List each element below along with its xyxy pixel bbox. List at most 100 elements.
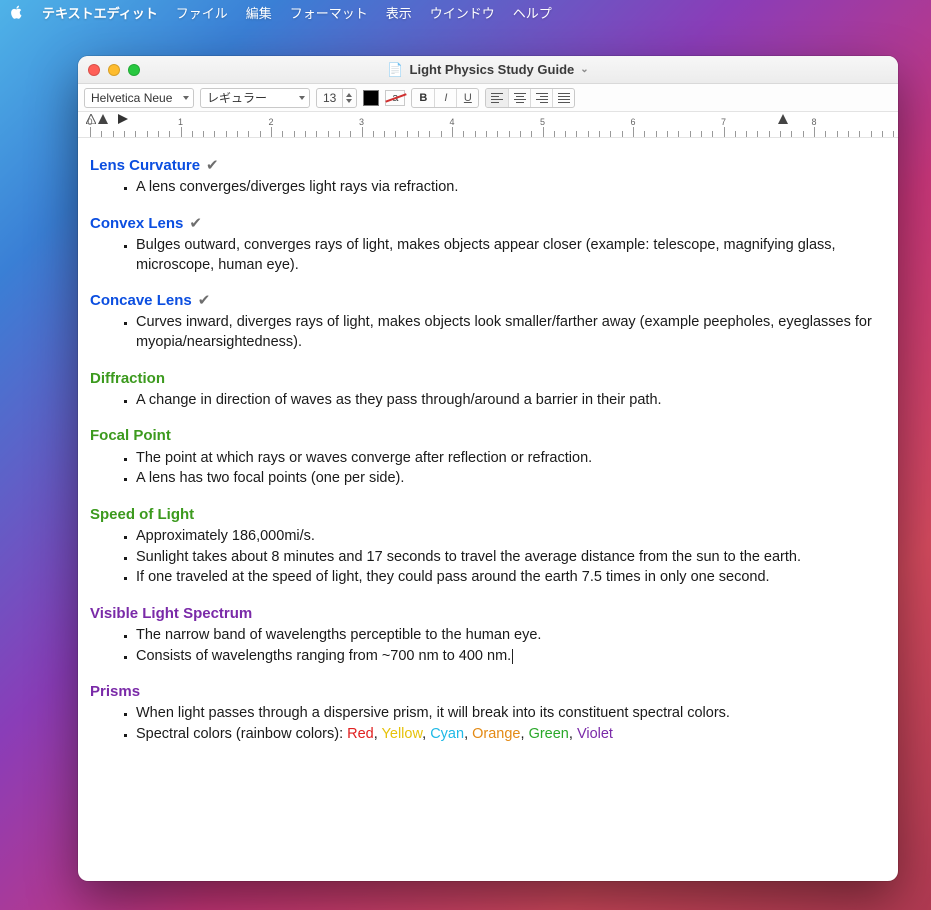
ruler-tick (452, 127, 453, 137)
document-icon: 📄 (387, 62, 403, 78)
ruler-label: 5 (540, 117, 545, 127)
checkmark-icon: ✔ (206, 156, 219, 176)
ruler-minor-tick (735, 131, 736, 137)
spectral-color: Yellow (382, 726, 423, 742)
ruler-tick (633, 127, 634, 137)
ruler-minor-tick (486, 131, 487, 137)
font-style-select[interactable]: レギュラー (200, 88, 310, 108)
ruler-label: 1 (178, 117, 183, 127)
text-cursor (512, 649, 513, 664)
ruler-minor-tick (395, 131, 396, 137)
font-size-stepper[interactable] (342, 89, 356, 107)
bullet-list: A change in direction of waves as they p… (102, 391, 886, 411)
bullet-list: Approximately 186,000mi/s.Sunlight takes… (102, 527, 886, 588)
font-family-select[interactable]: Helvetica Neue (84, 88, 194, 108)
ruler-label: 7 (721, 117, 726, 127)
section-title: Lens Curvature (90, 156, 200, 176)
ruler-minor-tick (226, 131, 227, 137)
ruler-label: 6 (630, 117, 635, 127)
left-indent-marker[interactable] (98, 114, 108, 124)
section-heading: Diffraction (90, 369, 886, 389)
spectral-color: Cyan (430, 726, 464, 742)
section-heading: Visible Light Spectrum (90, 604, 886, 624)
text-color-swatch[interactable] (363, 90, 379, 106)
ruler-minor-tick (203, 131, 204, 137)
ruler-tick (271, 127, 272, 137)
align-right-button[interactable] (530, 89, 552, 107)
bullet-item: Consists of wavelengths ranging from ~70… (136, 647, 886, 667)
ruler-minor-tick (588, 131, 589, 137)
section-heading: Lens Curvature ✔ (90, 156, 886, 176)
ruler-tick (181, 127, 182, 137)
ruler-minor-tick (135, 131, 136, 137)
ruler-minor-tick (656, 131, 657, 137)
bullet-list: A lens converges/diverges light rays via… (102, 178, 886, 198)
menu-view[interactable]: 表示 (386, 3, 412, 22)
align-center-button[interactable] (508, 89, 530, 107)
ruler-minor-tick (667, 131, 668, 137)
tab-stop-marker[interactable] (118, 114, 128, 124)
ruler-minor-tick (712, 131, 713, 137)
section: Convex Lens✔Bulges outward, converges ra… (90, 214, 886, 275)
ruler-minor-tick (441, 131, 442, 137)
section: PrismsWhen light passes through a disper… (90, 682, 886, 744)
titlebar[interactable]: 📄 Light Physics Study Guide ⌄ (78, 56, 898, 84)
section: Concave Lens ✔Curves inward, diverges ray… (90, 291, 886, 352)
ruler-minor-tick (599, 131, 600, 137)
checkmark-icon: ✔ (198, 291, 211, 311)
ruler[interactable]: 012345678 (78, 112, 898, 138)
title-dropdown-icon[interactable]: ⌄ (580, 64, 588, 75)
window-title-text: Light Physics Study Guide (410, 62, 575, 77)
ruler-minor-tick (282, 131, 283, 137)
ruler-minor-tick (678, 131, 679, 137)
ruler-minor-tick (169, 131, 170, 137)
ruler-minor-tick (690, 131, 691, 137)
ruler-tick (543, 127, 544, 137)
bullet-item: Curves inward, diverges rays of light, m… (136, 313, 886, 352)
ruler-tick (90, 127, 91, 137)
right-indent-marker[interactable] (778, 114, 788, 124)
bullet-item: A change in direction of waves as they p… (136, 391, 886, 411)
align-justify-button[interactable] (552, 89, 574, 107)
menu-edit[interactable]: 編集 (246, 3, 272, 22)
underline-button[interactable]: U (456, 89, 478, 107)
align-left-button[interactable] (486, 89, 508, 107)
highlight-none-icon[interactable] (385, 90, 405, 106)
menu-file[interactable]: ファイル (176, 3, 228, 22)
apple-menu-icon[interactable] (10, 5, 24, 19)
ruler-minor-tick (339, 131, 340, 137)
ruler-minor-tick (791, 131, 792, 137)
ruler-label: 4 (449, 117, 454, 127)
app-name[interactable]: テキストエディット (42, 3, 158, 22)
bullet-item: Spectral colors (rainbow colors): Red, Y… (136, 725, 886, 745)
bold-button[interactable]: B (412, 89, 434, 107)
italic-button[interactable]: I (434, 89, 456, 107)
bullet-item: Bulges outward, converges rays of light,… (136, 236, 886, 275)
bullet-item: The narrow band of wavelengths perceptib… (136, 626, 886, 646)
font-size-control[interactable]: 13 (316, 88, 357, 108)
ruler-tick (362, 127, 363, 137)
close-button[interactable] (88, 64, 100, 76)
spectral-color: Orange (472, 726, 520, 742)
section-title: Concave Lens (90, 291, 192, 311)
zoom-button[interactable] (128, 64, 140, 76)
document-body[interactable]: Lens Curvature✔A lens converges/diverges… (78, 138, 898, 881)
ruler-minor-tick (825, 131, 826, 137)
section: Speed of LightApproximately 186,000mi/s.… (90, 505, 886, 588)
menu-window[interactable]: ウインドウ (430, 3, 495, 22)
ruler-minor-tick (701, 131, 702, 137)
bullet-item: The point at which rays or waves converg… (136, 449, 886, 469)
ruler-minor-tick (350, 131, 351, 137)
minimize-button[interactable] (108, 64, 120, 76)
text-style-group: B I U (411, 88, 479, 108)
menu-format[interactable]: フォーマット (290, 3, 368, 22)
section: Focal PointThe point at which rays or wa… (90, 426, 886, 488)
checkmark-icon: ✔ (189, 214, 202, 234)
ruler-minor-tick (463, 131, 464, 137)
font-size-value: 13 (317, 91, 342, 105)
ruler-minor-tick (147, 131, 148, 137)
menu-help[interactable]: ヘルプ (513, 3, 552, 22)
ruler-minor-tick (531, 131, 532, 137)
ruler-minor-tick (882, 131, 883, 137)
menubar[interactable]: テキストエディット ファイル 編集 フォーマット 表示 ウインドウ ヘルプ (0, 0, 931, 24)
